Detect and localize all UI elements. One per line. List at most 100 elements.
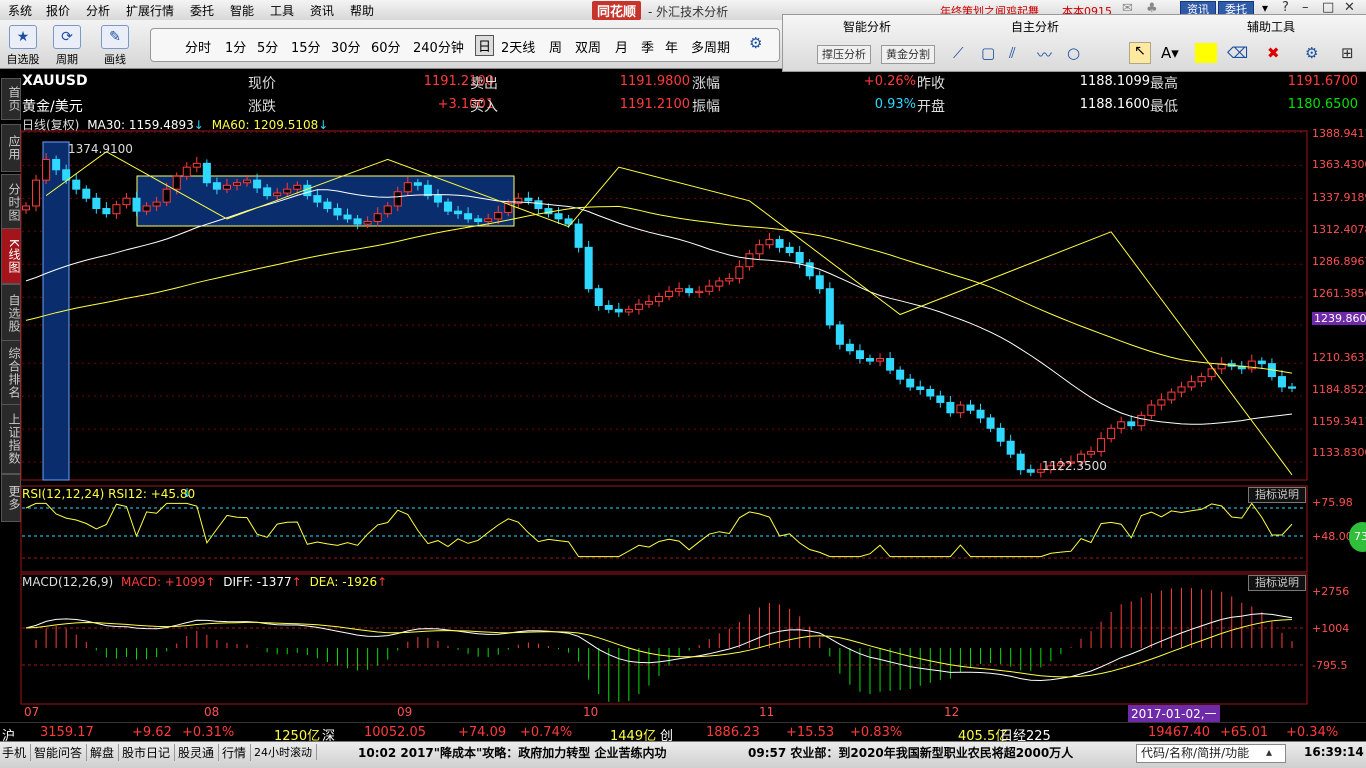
candle-body xyxy=(765,239,774,246)
rsi-pane-frame xyxy=(20,485,1308,573)
arrow-up-icon: ↑ xyxy=(377,575,388,589)
candle-body xyxy=(222,184,231,190)
candle-body xyxy=(996,427,1005,442)
float-badge[interactable]: 73 xyxy=(1349,522,1366,552)
nk-value: 19467.40 xyxy=(1148,725,1211,740)
candle-body xyxy=(152,201,161,207)
diff-value: DIFF: -1377 xyxy=(223,575,292,589)
chevron-up-icon[interactable]: ▴ xyxy=(1266,745,1272,759)
candle-body xyxy=(665,290,674,297)
candle-body xyxy=(1187,381,1196,388)
macd-tick: -795.5 xyxy=(1312,659,1348,672)
price-tick: 1133.8300 xyxy=(1312,446,1366,459)
news-ticker-2[interactable]: 09:57 农业部：到2020年我国新型职业农民将超2000万人 xyxy=(748,744,1073,761)
candle-body xyxy=(775,239,784,248)
candle-body xyxy=(413,182,422,186)
diary-link[interactable]: 股市日记 xyxy=(122,744,176,761)
news-ticker-1[interactable]: 10:02 2017"降成本"攻略：政府加力转型 企业苦练内功 xyxy=(358,744,666,761)
rsi-tick: +48.00 xyxy=(1312,530,1353,543)
candle-body xyxy=(1006,440,1015,455)
macd-value: MACD: +1099 xyxy=(120,575,206,589)
candle-body xyxy=(484,218,493,222)
candle-body xyxy=(524,197,533,202)
candle-body xyxy=(896,369,905,380)
candle-body xyxy=(966,404,975,411)
candle-body xyxy=(1167,391,1176,401)
price-tick: 1261.3856 xyxy=(1312,287,1366,300)
search-input[interactable]: 代码/名称/简拼/功能 xyxy=(1136,744,1286,763)
macd-pane-frame xyxy=(20,573,1308,705)
candle-body xyxy=(464,213,473,220)
candle-body xyxy=(162,188,171,203)
candle-body xyxy=(1197,376,1206,383)
analysis-link[interactable]: 解盘 xyxy=(90,744,120,761)
candle-body xyxy=(142,205,151,212)
status-bar: 手机 智能问答 解盘 股市日记 股灵通 行情 24小时滚动 10:02 2017… xyxy=(0,741,1366,768)
candle-body xyxy=(624,308,633,313)
candle-body xyxy=(132,197,141,212)
rsi-legend: RSI(12,12,24) RSI12: +45.80 xyxy=(22,487,196,501)
sh-change: +9.62 xyxy=(132,725,172,740)
candle-body xyxy=(353,218,362,225)
price-tick: 1312.4078 xyxy=(1312,223,1366,236)
sh-percent: +0.31% xyxy=(182,725,235,740)
candle-body xyxy=(695,290,704,294)
arrow-up-icon: ↑ xyxy=(205,575,216,589)
price-tick: 1363.4300 xyxy=(1312,158,1366,171)
high-annotation: 1374.9100 xyxy=(68,142,133,156)
candle-body xyxy=(1157,399,1166,406)
kline-chart[interactable] xyxy=(0,0,1366,722)
month-tick: 07 xyxy=(24,705,40,719)
candle-body xyxy=(1127,421,1136,427)
candle-body xyxy=(1257,360,1266,365)
price-tick: 1337.9189 xyxy=(1312,191,1366,204)
nk-change: +65.01 xyxy=(1220,725,1269,740)
candle-body xyxy=(343,214,352,220)
candle-body xyxy=(122,197,131,206)
candle-body xyxy=(886,357,895,371)
candle-body xyxy=(675,288,684,292)
month-tick: 12 xyxy=(944,705,960,719)
candle-body xyxy=(1147,404,1156,416)
smart-qa-link[interactable]: 智能问答 xyxy=(34,744,88,761)
candle-body xyxy=(865,357,875,362)
macd-tick: +1004 xyxy=(1312,622,1350,635)
stock-genie-link[interactable]: 股灵通 xyxy=(178,744,220,761)
cy-change: +15.53 xyxy=(786,725,835,740)
arrow-down-icon: ↓ xyxy=(182,486,193,500)
candle-body xyxy=(283,188,292,194)
candle-body xyxy=(21,205,31,211)
candle-body xyxy=(735,266,744,279)
candle-body xyxy=(926,389,935,397)
month-tick: 11 xyxy=(759,705,775,719)
news-24h-link[interactable]: 24小时滚动 xyxy=(254,744,317,760)
month-tick: 08 xyxy=(204,705,220,719)
index-bar: 沪 3159.17 +9.62 +0.31% 1250亿 深 10052.05 … xyxy=(0,722,1366,744)
rsi-tick: +75.98 xyxy=(1312,496,1353,509)
candle-body xyxy=(594,288,603,306)
dea-value: DEA: -1926 xyxy=(309,575,378,589)
rsi-help-button[interactable]: 指标说明 xyxy=(1248,487,1306,503)
macd-help-button[interactable]: 指标说明 xyxy=(1248,575,1306,591)
sz-change: +74.09 xyxy=(458,725,507,740)
candle-body xyxy=(1087,451,1096,455)
candle-body xyxy=(72,179,81,190)
candle-body xyxy=(845,343,854,352)
candle-body xyxy=(423,184,432,197)
low-annotation: 1122.3500 xyxy=(1042,459,1107,473)
macd-legend: MACD(12,26,9) MACD: +1099↑ DIFF: -1377↑ … xyxy=(22,575,387,589)
candle-body xyxy=(604,305,613,310)
candle-body xyxy=(825,288,834,326)
candle-body xyxy=(92,197,101,210)
market-link[interactable]: 行情 xyxy=(222,744,252,761)
candle-body xyxy=(393,191,402,207)
candle-body xyxy=(112,204,121,215)
candle-body xyxy=(916,386,925,391)
candle-body xyxy=(363,220,372,225)
candle-body xyxy=(906,378,915,388)
candle-body xyxy=(293,184,302,190)
candle-body xyxy=(192,162,201,168)
candle-body xyxy=(614,308,623,313)
candle-body xyxy=(805,262,814,277)
mobile-link[interactable]: 手机 xyxy=(2,744,32,761)
